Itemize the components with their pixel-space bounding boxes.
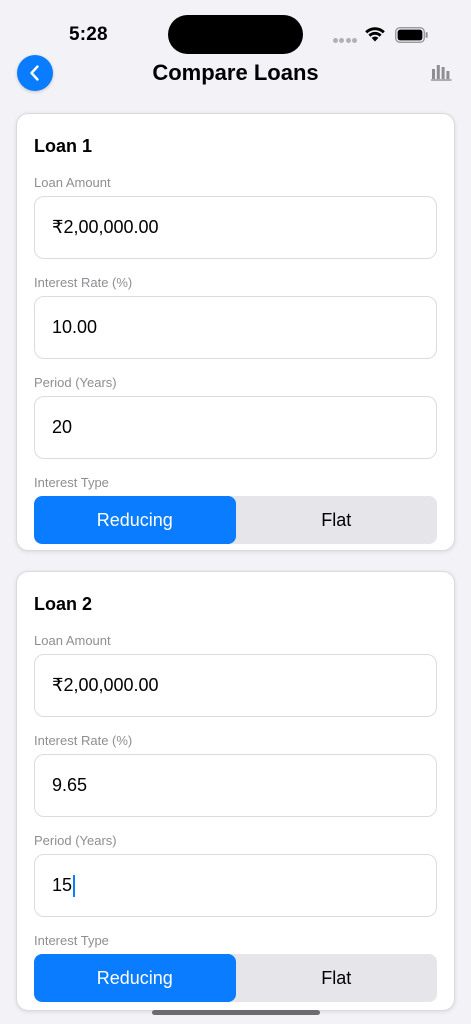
loan-1-reducing-segment[interactable]: Reducing xyxy=(34,496,236,544)
loan-2-period-label: Period (Years) xyxy=(34,833,117,848)
loan-2-rate-label: Interest Rate (%) xyxy=(34,733,133,748)
dynamic-island xyxy=(168,15,303,54)
loan-2-period-value: 15 xyxy=(52,875,73,895)
loan-1-period-label: Period (Years) xyxy=(34,375,117,390)
loan-1-rate-input[interactable]: 10.00 xyxy=(34,296,437,359)
loan-1-period-value: 20 xyxy=(52,417,73,437)
loan-2-type-label: Interest Type xyxy=(34,933,109,948)
loan-2-amount-value: ₹2,00,000.00 xyxy=(52,675,159,695)
loan-2-period-input[interactable]: 15 xyxy=(34,854,437,917)
status-time: 5:28 xyxy=(69,24,108,45)
wifi-icon xyxy=(365,27,385,42)
loan-1-rate-label: Interest Rate (%) xyxy=(34,275,133,290)
loan-1-type-label: Interest Type xyxy=(34,475,109,490)
loan-2-reducing-segment[interactable]: Reducing xyxy=(34,954,236,1002)
loan-1-flat-segment[interactable]: Flat xyxy=(236,496,438,544)
loan-2-amount-label: Loan Amount xyxy=(34,633,111,648)
loan-1-rate-value: 10.00 xyxy=(52,317,98,337)
status-bar: 5:28 xyxy=(0,0,471,60)
page-title: Compare Loans xyxy=(152,60,319,85)
loan-2-amount-input[interactable]: ₹2,00,000.00 xyxy=(34,654,437,717)
text-cursor xyxy=(73,874,76,897)
loan-2-flat-segment[interactable]: Flat xyxy=(236,954,438,1002)
loan-2-rate-input[interactable]: 9.65 xyxy=(34,754,437,817)
battery-icon xyxy=(395,27,428,43)
loan-1-interest-type-control: Reducing Flat xyxy=(34,496,437,544)
loan-1-amount-input[interactable]: ₹2,00,000.00 xyxy=(34,196,437,259)
navigation-bar: Compare Loans xyxy=(0,52,471,96)
loan-2-card: Loan 2 Loan Amount ₹2,00,000.00 Interest… xyxy=(16,571,455,1011)
home-indicator[interactable] xyxy=(152,1010,320,1015)
loan-1-amount-value: ₹2,00,000.00 xyxy=(52,217,159,237)
loan-2-rate-value: 9.65 xyxy=(52,775,88,795)
loan-1-period-input[interactable]: 20 xyxy=(34,396,437,459)
loan-2-interest-type-control: Reducing Flat xyxy=(34,954,437,1002)
cellular-signal-icon xyxy=(333,37,357,43)
loan-1-title: Loan 1 xyxy=(34,136,93,156)
loan-1-amount-label: Loan Amount xyxy=(34,175,111,190)
bar-chart-icon[interactable] xyxy=(431,64,452,81)
loan-2-title: Loan 2 xyxy=(34,594,93,614)
loan-1-card: Loan 1 Loan Amount ₹2,00,000.00 Interest… xyxy=(16,113,455,551)
